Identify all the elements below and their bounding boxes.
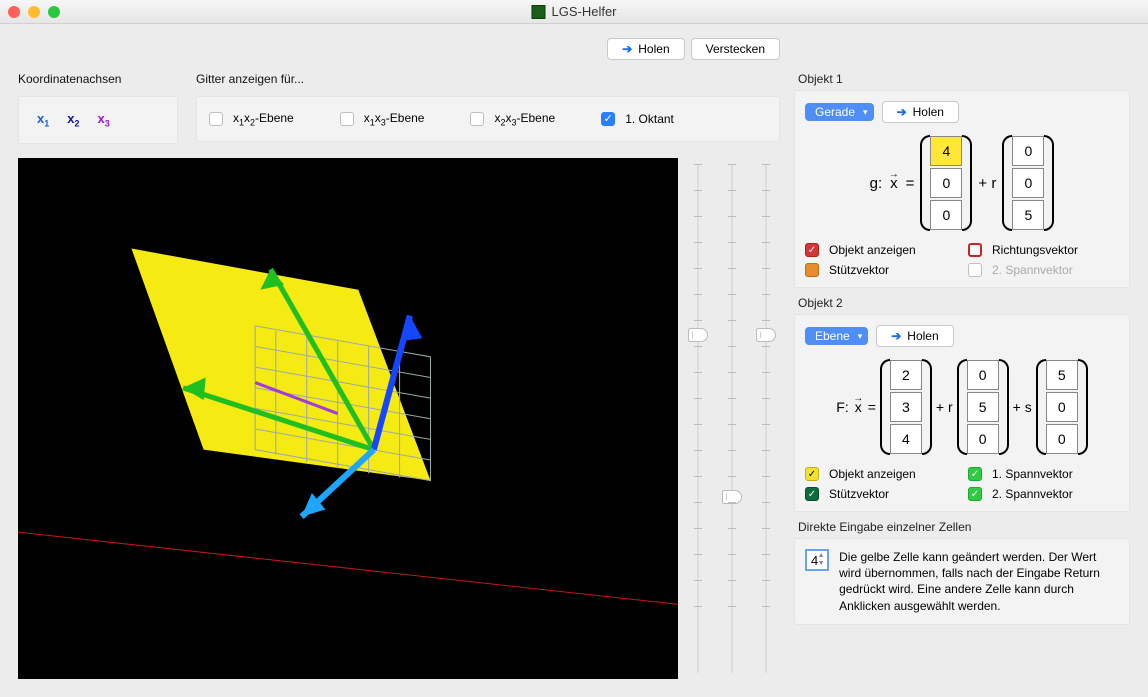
direct-title: Direkte Eingabe einzelner Zellen (794, 520, 1130, 534)
obj1-a1[interactable]: 0 (930, 168, 962, 198)
obj2-type-select[interactable]: Ebene▾ (805, 327, 868, 345)
grid-x1x2[interactable]: x1x2-Ebene (209, 111, 294, 127)
slider-1[interactable] (684, 158, 712, 679)
obj1-title: Objekt 1 (794, 72, 1130, 86)
obj2-holen-button[interactable]: ➔Holen (876, 325, 953, 347)
grids-heading: Gitter anzeigen für... (196, 72, 780, 86)
obj1-vector-a: 400 (920, 135, 972, 231)
cell-value-input[interactable]: 4▲▼ (805, 549, 829, 571)
obj1-vector-b: 005 (1002, 135, 1054, 231)
obj1-b0[interactable]: 0 (1012, 136, 1044, 166)
axis-x1[interactable]: x1 (37, 111, 49, 129)
grid-x1x3[interactable]: x1x3-Ebene (340, 111, 425, 127)
direct-panel: 4▲▼ Die gelbe Zelle kann geändert werden… (794, 538, 1130, 625)
slider-2[interactable] (718, 158, 746, 679)
obj1-b2[interactable]: 5 (1012, 200, 1044, 230)
obj2-spann1[interactable]: 1. Spannvektor (968, 467, 1119, 481)
obj2-equation: F: →x = 234 + r 050 + s 500 (805, 359, 1119, 455)
window-title: LGS-Helfer (531, 4, 616, 19)
obj1-holen-button[interactable]: ➔Holen (882, 101, 959, 123)
app-icon (531, 5, 545, 19)
obj1-equation: g: →x = 400 + r 005 (805, 135, 1119, 231)
close-icon[interactable] (8, 6, 20, 18)
holen-button[interactable]: ➔Holen (607, 38, 684, 60)
axis-x2[interactable]: x2 (67, 111, 79, 129)
direct-help-text: Die gelbe Zelle kann geändert werden. De… (839, 549, 1119, 614)
obj2-show[interactable]: Objekt anzeigen (805, 467, 956, 481)
obj1-richtung[interactable]: Richtungsvektor (968, 243, 1119, 257)
slider-3[interactable] (752, 158, 780, 679)
titlebar: LGS-Helfer (0, 0, 1148, 24)
stepper-down-icon[interactable]: ▼ (816, 560, 826, 568)
obj1-stuetz[interactable]: Stützvektor (805, 263, 956, 277)
obj2-spann2[interactable]: 2. Spannvektor (968, 487, 1119, 501)
window-title-text: LGS-Helfer (551, 4, 616, 19)
zoom-icon[interactable] (48, 6, 60, 18)
obj1-type-select[interactable]: Gerade▾ (805, 103, 874, 121)
obj1-show[interactable]: Objekt anzeigen (805, 243, 956, 257)
verstecken-button[interactable]: Verstecken (691, 38, 780, 60)
arrow-right-icon: ➔ (622, 42, 632, 56)
obj1-spann2: 2. Spannvektor (968, 263, 1119, 277)
chevron-updown-icon: ▾ (858, 331, 863, 342)
chevron-updown-icon: ▾ (863, 107, 868, 118)
obj2-title: Objekt 2 (794, 296, 1130, 310)
grids-panel: x1x2-Ebene x1x3-Ebene x2x3-Ebene 1. Okta… (196, 96, 780, 142)
scene-svg (18, 158, 678, 679)
grid-octant[interactable]: 1. Oktant (601, 112, 674, 126)
obj1-a0[interactable]: 4 (930, 136, 962, 166)
grid-x2x3[interactable]: x2x3-Ebene (470, 111, 555, 127)
3d-canvas[interactable] (18, 158, 678, 679)
axis-x3[interactable]: x3 (98, 111, 110, 129)
window-controls (8, 6, 60, 18)
axes-panel: x1 x2 x3 (18, 96, 178, 144)
axes-heading: Koordinatenachsen (18, 72, 178, 86)
obj1-a2[interactable]: 0 (930, 200, 962, 230)
stepper-up-icon[interactable]: ▲ (816, 552, 826, 560)
obj2-stuetz[interactable]: Stützvektor (805, 487, 956, 501)
arrow-right-icon: ➔ (897, 105, 907, 119)
obj1-b1[interactable]: 0 (1012, 168, 1044, 198)
obj2-panel: Ebene▾ ➔Holen F: →x = 234 + r 050 + s 50… (794, 314, 1130, 512)
arrow-right-icon: ➔ (891, 329, 901, 343)
minimize-icon[interactable] (28, 6, 40, 18)
obj1-panel: Gerade▾ ➔Holen g: →x = 400 + r 005 Objek… (794, 90, 1130, 288)
